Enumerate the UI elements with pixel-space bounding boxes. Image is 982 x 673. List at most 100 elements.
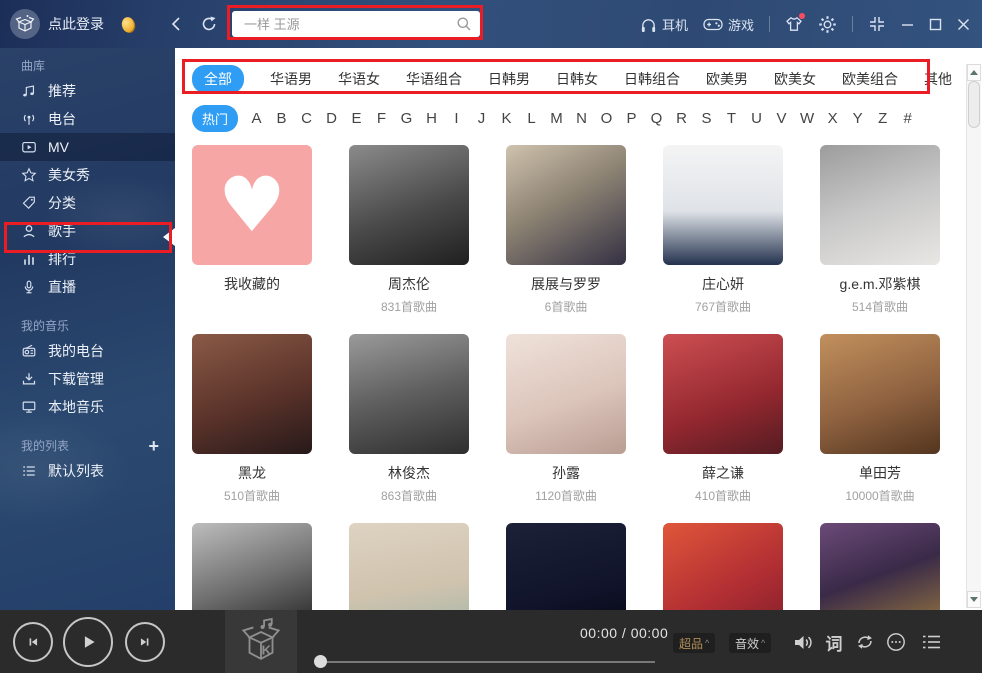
letter-hot[interactable]: 热门 [192,105,238,132]
scrollbar[interactable] [966,64,981,608]
scroll-up-button[interactable] [967,64,981,81]
artist-card[interactable] [349,523,469,610]
mini-mode-button[interactable] [868,15,886,33]
tab-jk-female[interactable]: 日韩女 [556,69,598,89]
artist-photo[interactable] [349,334,469,454]
login-button[interactable]: 点此登录 [48,0,104,48]
letter-u[interactable]: U [750,110,763,127]
letter-h[interactable]: H [425,110,438,127]
artist-photo[interactable] [349,145,469,265]
letter-i[interactable]: I [450,110,463,127]
letter-w[interactable]: W [800,110,814,127]
back-button[interactable] [165,13,187,35]
artist-photo[interactable] [820,334,940,454]
letter-j[interactable]: J [475,110,488,127]
artist-card[interactable]: 周杰伦 831首歌曲 [349,145,469,315]
sidebar-item-ranking[interactable]: 排行 [0,245,175,273]
artist-card[interactable]: 孙露 1120首歌曲 [506,334,626,504]
sound-effect-selector[interactable]: 音效 ^ [729,633,771,653]
favorites-cover[interactable]: ♥ [192,145,312,265]
sidebar-item-beauty-show[interactable]: 美女秀 [0,161,175,189]
favorites-card[interactable]: ♥ 我收藏的 [192,145,312,315]
artist-card[interactable] [192,523,312,610]
volume-button[interactable] [792,631,814,653]
sidebar-item-radio[interactable]: 电台 [0,105,175,133]
app-logo[interactable] [10,9,40,39]
letter-g[interactable]: G [400,110,413,127]
letter-p[interactable]: P [625,110,638,127]
artist-card[interactable]: 展展与罗罗 6首歌曲 [506,145,626,315]
scrollbar-thumb[interactable] [968,81,980,128]
search-input[interactable] [244,17,456,32]
letter-hash[interactable]: # [901,110,914,127]
tab-jk-male[interactable]: 日韩男 [488,69,530,89]
artist-card[interactable]: 黑龙 510首歌曲 [192,334,312,504]
tab-cn-female[interactable]: 华语女 [338,69,380,89]
sidebar-item-my-radio[interactable]: 我的电台 [0,337,175,365]
artist-photo[interactable] [663,145,783,265]
letter-v[interactable]: V [775,110,788,127]
sidebar-item-live[interactable]: 直播 [0,273,175,301]
artist-photo[interactable] [663,334,783,454]
minimize-button[interactable] [901,18,914,31]
sidebar-item-category[interactable]: 分类 [0,189,175,217]
letter-d[interactable]: D [325,110,338,127]
letter-n[interactable]: N [575,110,588,127]
letter-r[interactable]: R [675,110,688,127]
letter-o[interactable]: O [600,110,613,127]
letter-q[interactable]: Q [650,110,663,127]
artist-card[interactable]: 庄心妍 767首歌曲 [663,145,783,315]
artist-photo[interactable] [192,334,312,454]
settings-button[interactable] [818,15,837,34]
album-art[interactable]: K [225,610,297,673]
letter-l[interactable]: L [525,110,538,127]
artist-card[interactable]: 薛之谦 410首歌曲 [663,334,783,504]
tab-all[interactable]: 全部 [192,65,244,93]
artist-photo[interactable] [506,334,626,454]
letter-e[interactable]: E [350,110,363,127]
refresh-button[interactable] [198,13,220,35]
sidebar-item-mv[interactable]: MV [0,133,175,161]
game-button[interactable]: 游戏 [703,15,754,34]
letter-k[interactable]: K [500,110,513,127]
quality-selector[interactable]: 超品 ^ [673,633,715,653]
artist-card[interactable] [820,523,940,610]
add-playlist-button[interactable]: + [148,437,159,455]
letter-s[interactable]: S [700,110,713,127]
coin-icon[interactable] [120,15,137,34]
letter-z[interactable]: Z [876,110,889,127]
tab-jk-group[interactable]: 日韩组合 [624,69,680,89]
play-button[interactable] [63,617,113,667]
letter-c[interactable]: C [300,110,313,127]
artist-photo[interactable] [349,523,469,610]
tab-west-female[interactable]: 欧美女 [774,69,816,89]
sidebar-item-default-list[interactable]: 默认列表 [0,457,175,485]
search-icon[interactable] [456,16,472,32]
progress-slider[interactable] [315,661,655,663]
artist-card[interactable] [663,523,783,610]
letter-f[interactable]: F [375,110,388,127]
close-button[interactable] [957,18,970,31]
artist-card[interactable]: g.e.m.邓紫棋 514首歌曲 [820,145,940,315]
search-box[interactable] [232,11,480,37]
artist-photo[interactable] [820,523,940,610]
maximize-button[interactable] [929,18,942,31]
sidebar-item-recommend[interactable]: 推荐 [0,77,175,105]
artist-photo[interactable] [820,145,940,265]
progress-handle[interactable] [314,655,327,668]
previous-track-button[interactable] [13,622,53,662]
headset-button[interactable]: 耳机 [640,15,688,34]
letter-t[interactable]: T [725,110,738,127]
play-mode-button[interactable] [854,631,876,653]
skin-button[interactable] [785,15,803,33]
tab-other[interactable]: 其他 [924,69,952,89]
artist-card[interactable]: 林俊杰 863首歌曲 [349,334,469,504]
lyrics-button[interactable]: 词 [823,631,845,653]
sidebar-item-singers[interactable]: 歌手 [0,217,175,245]
artist-photo[interactable] [506,523,626,610]
tab-west-group[interactable]: 欧美组合 [842,69,898,89]
letter-b[interactable]: B [275,110,288,127]
artist-card[interactable] [506,523,626,610]
artist-photo[interactable] [506,145,626,265]
letter-x[interactable]: X [826,110,839,127]
